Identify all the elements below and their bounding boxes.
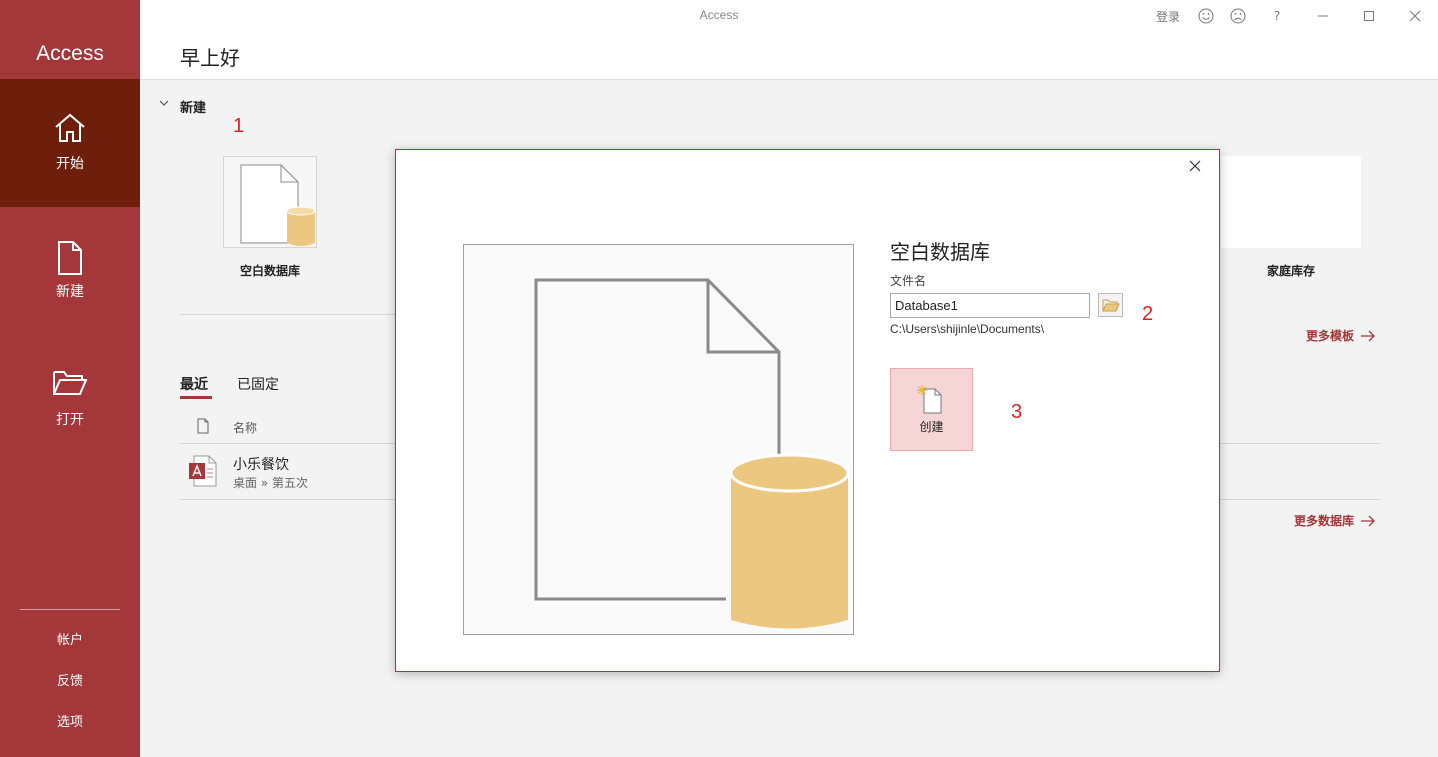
database-preview-image bbox=[463, 244, 854, 635]
blank-database-icon bbox=[240, 164, 316, 246]
save-location-path: C:\Users\shijinle\Documents\ bbox=[890, 322, 1045, 336]
new-database-icon bbox=[917, 385, 942, 414]
create-button-label: 创建 bbox=[919, 420, 944, 434]
divider bbox=[180, 314, 395, 315]
close-icon[interactable] bbox=[1187, 158, 1203, 174]
sidebar-item-label: 开始 bbox=[56, 156, 84, 172]
sign-in-link[interactable]: 登录 bbox=[1153, 6, 1183, 26]
home-icon bbox=[55, 113, 85, 142]
smile-feedback-button[interactable] bbox=[1196, 6, 1216, 26]
template-label: 家庭库存 bbox=[1266, 264, 1315, 278]
chevron-down-icon[interactable] bbox=[158, 97, 170, 109]
browse-folder-button[interactable] bbox=[1098, 293, 1123, 317]
greeting-title: 早上好 bbox=[180, 46, 240, 70]
maximize-button[interactable] bbox=[1359, 6, 1379, 26]
blank-database-illustration bbox=[464, 245, 853, 634]
frown-icon bbox=[1230, 8, 1246, 24]
frown-feedback-button[interactable] bbox=[1228, 6, 1248, 26]
maximize-icon bbox=[1364, 11, 1374, 21]
active-tab-indicator bbox=[180, 396, 212, 399]
template-label: 空白数据库 bbox=[239, 264, 300, 278]
dialog-title: 空白数据库 bbox=[890, 240, 990, 264]
column-header-name: 名称 bbox=[233, 421, 258, 435]
access-file-icon bbox=[189, 455, 217, 487]
close-window-button[interactable] bbox=[1405, 6, 1425, 26]
smiley-icon bbox=[1198, 8, 1214, 24]
template-home-inventory[interactable] bbox=[1221, 156, 1361, 248]
folder-open-icon bbox=[53, 371, 88, 395]
recent-file-path: 桌面 » 第五次 bbox=[233, 476, 308, 490]
minimize-icon bbox=[1318, 15, 1328, 17]
tab-pinned[interactable]: 已固定 bbox=[237, 374, 279, 394]
arrow-right-icon bbox=[1361, 515, 1375, 526]
sidebar-divider bbox=[20, 609, 120, 610]
recent-file-name: 小乐餐饮 bbox=[233, 457, 289, 473]
filename-label: 文件名 bbox=[890, 274, 927, 288]
sidebar-item-home[interactable]: 开始 bbox=[0, 79, 140, 207]
sidebar-link-options[interactable]: 选项 bbox=[0, 711, 140, 730]
app-name: Access bbox=[36, 42, 104, 65]
more-templates-link[interactable]: 更多模板 bbox=[1306, 327, 1376, 344]
window-title: Access bbox=[699, 8, 739, 22]
help-button[interactable]: ? bbox=[1267, 6, 1287, 26]
folder-icon bbox=[1102, 299, 1120, 312]
filename-input[interactable] bbox=[890, 293, 1090, 318]
sidebar-link-feedback[interactable]: 反馈 bbox=[0, 670, 140, 689]
more-templates-label: 更多模板 bbox=[1306, 329, 1355, 343]
annotation-marker: 2 bbox=[1142, 303, 1154, 325]
sidebar: Access 开始 新建 打开 帐户 反馈 选项 bbox=[0, 0, 140, 757]
file-column-icon bbox=[197, 418, 209, 434]
annotation-marker: 3 bbox=[1011, 401, 1023, 423]
more-databases-label: 更多数据库 bbox=[1294, 514, 1355, 528]
annotation-marker: 1 bbox=[233, 115, 245, 137]
create-button[interactable]: 创建 bbox=[890, 368, 973, 451]
template-blank-database[interactable] bbox=[223, 156, 317, 248]
more-databases-link[interactable]: 更多数据库 bbox=[1294, 512, 1376, 529]
sidebar-item-new[interactable]: 新建 bbox=[0, 207, 140, 335]
new-file-icon bbox=[58, 241, 82, 275]
arrow-right-icon bbox=[1361, 330, 1375, 341]
close-icon bbox=[1409, 10, 1421, 22]
minimize-button[interactable] bbox=[1313, 6, 1333, 26]
sidebar-item-open[interactable]: 打开 bbox=[0, 335, 140, 463]
sidebar-item-label: 新建 bbox=[56, 284, 84, 300]
sidebar-link-account[interactable]: 帐户 bbox=[0, 629, 140, 648]
blank-database-dialog: 空白数据库 文件名 C:\Users\shijinle\Documents\ 创… bbox=[395, 149, 1220, 672]
tab-recent[interactable]: 最近 bbox=[180, 374, 208, 394]
new-section-title: 新建 bbox=[180, 101, 207, 116]
sidebar-item-label: 打开 bbox=[56, 412, 84, 428]
